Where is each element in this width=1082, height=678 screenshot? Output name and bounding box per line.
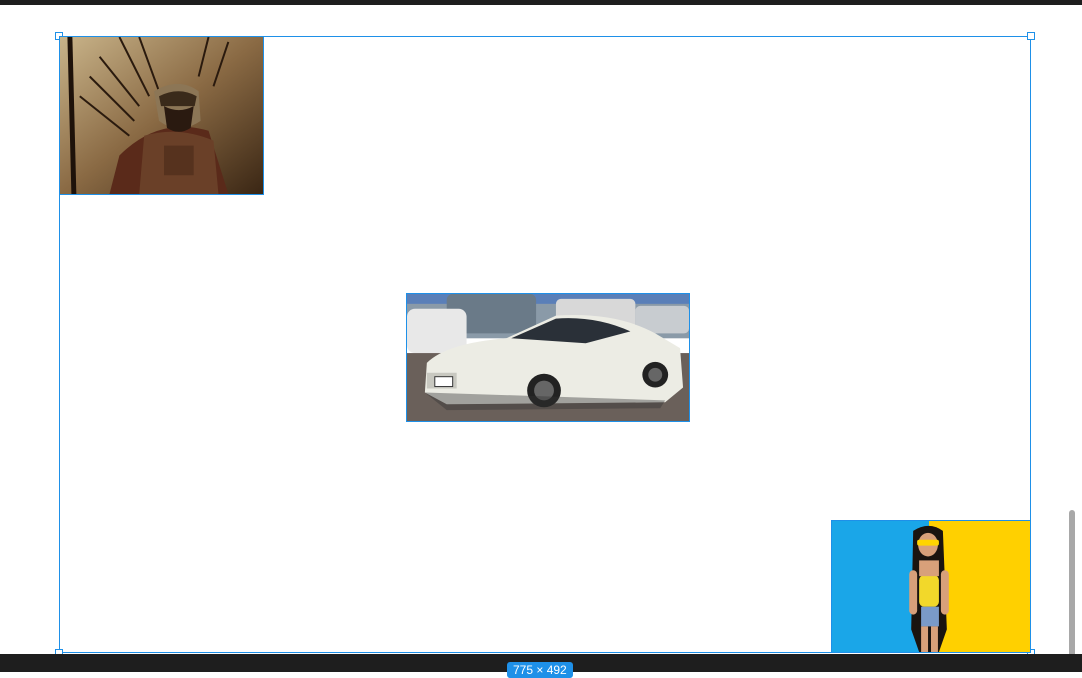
top-toolbar-edge	[0, 0, 1082, 5]
white-sports-car-image[interactable]	[406, 293, 690, 422]
vertical-scrollbar[interactable]	[1069, 510, 1075, 660]
woman-yellow-sunglasses-image[interactable]	[831, 520, 1031, 653]
spartan-warrior-image[interactable]	[59, 36, 264, 195]
size-badge: 775 × 492	[507, 662, 573, 678]
resize-handle-top-right[interactable]	[1027, 32, 1035, 40]
